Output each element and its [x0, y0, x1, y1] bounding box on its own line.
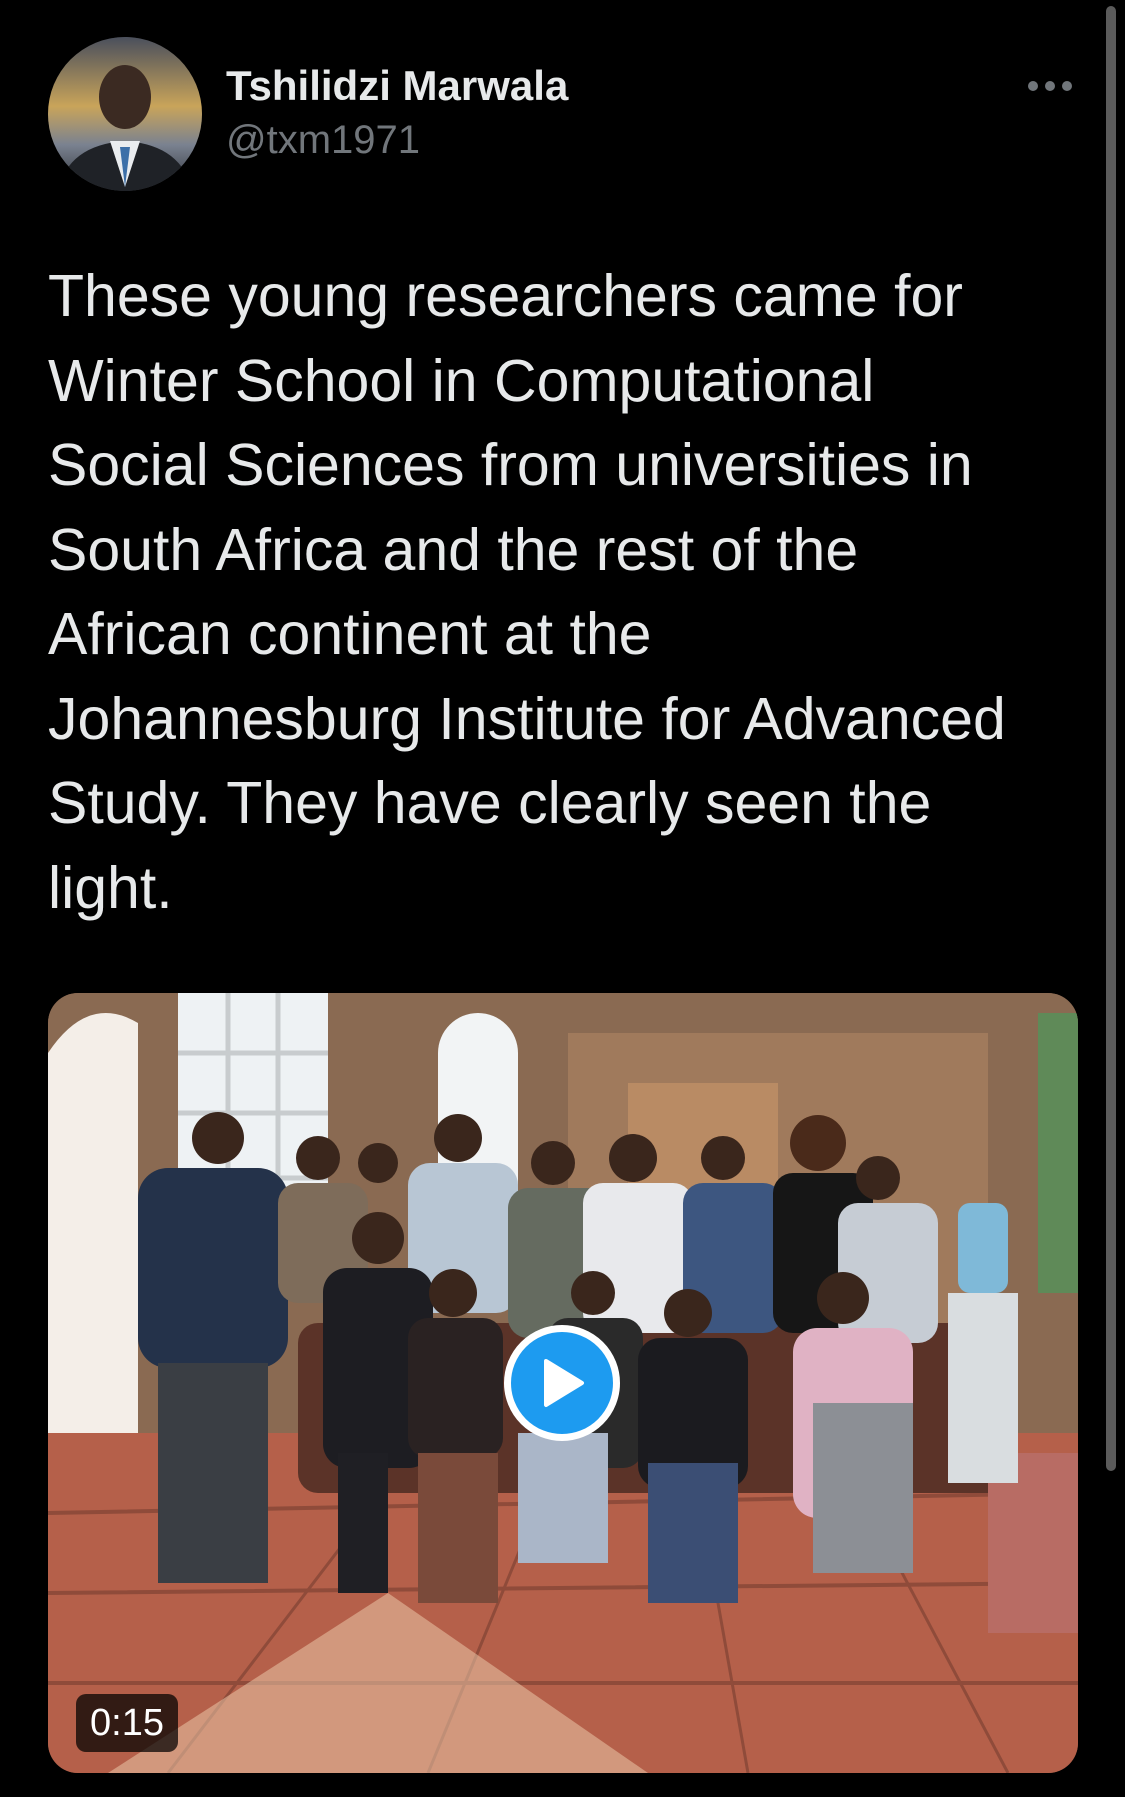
play-button[interactable] — [504, 1325, 620, 1441]
tweet: Tshilidzi Marwala @txm1971 These young r… — [0, 0, 1125, 1797]
video-duration-badge: 0:15 — [76, 1694, 178, 1752]
avatar-photo — [48, 37, 202, 191]
author-avatar[interactable] — [48, 37, 202, 191]
author-handle[interactable]: @txm1971 — [226, 114, 568, 166]
ellipsis-icon — [1028, 81, 1072, 91]
author-display-name[interactable]: Tshilidzi Marwala — [226, 60, 568, 112]
scrollbar[interactable] — [1106, 6, 1116, 1471]
video-player[interactable]: 0:15 — [48, 993, 1078, 1773]
play-icon — [544, 1359, 584, 1407]
author-info: Tshilidzi Marwala @txm1971 — [226, 60, 568, 166]
more-options-button[interactable] — [1020, 66, 1080, 106]
tweet-text: These young researchers came for Winter … — [48, 263, 1006, 921]
